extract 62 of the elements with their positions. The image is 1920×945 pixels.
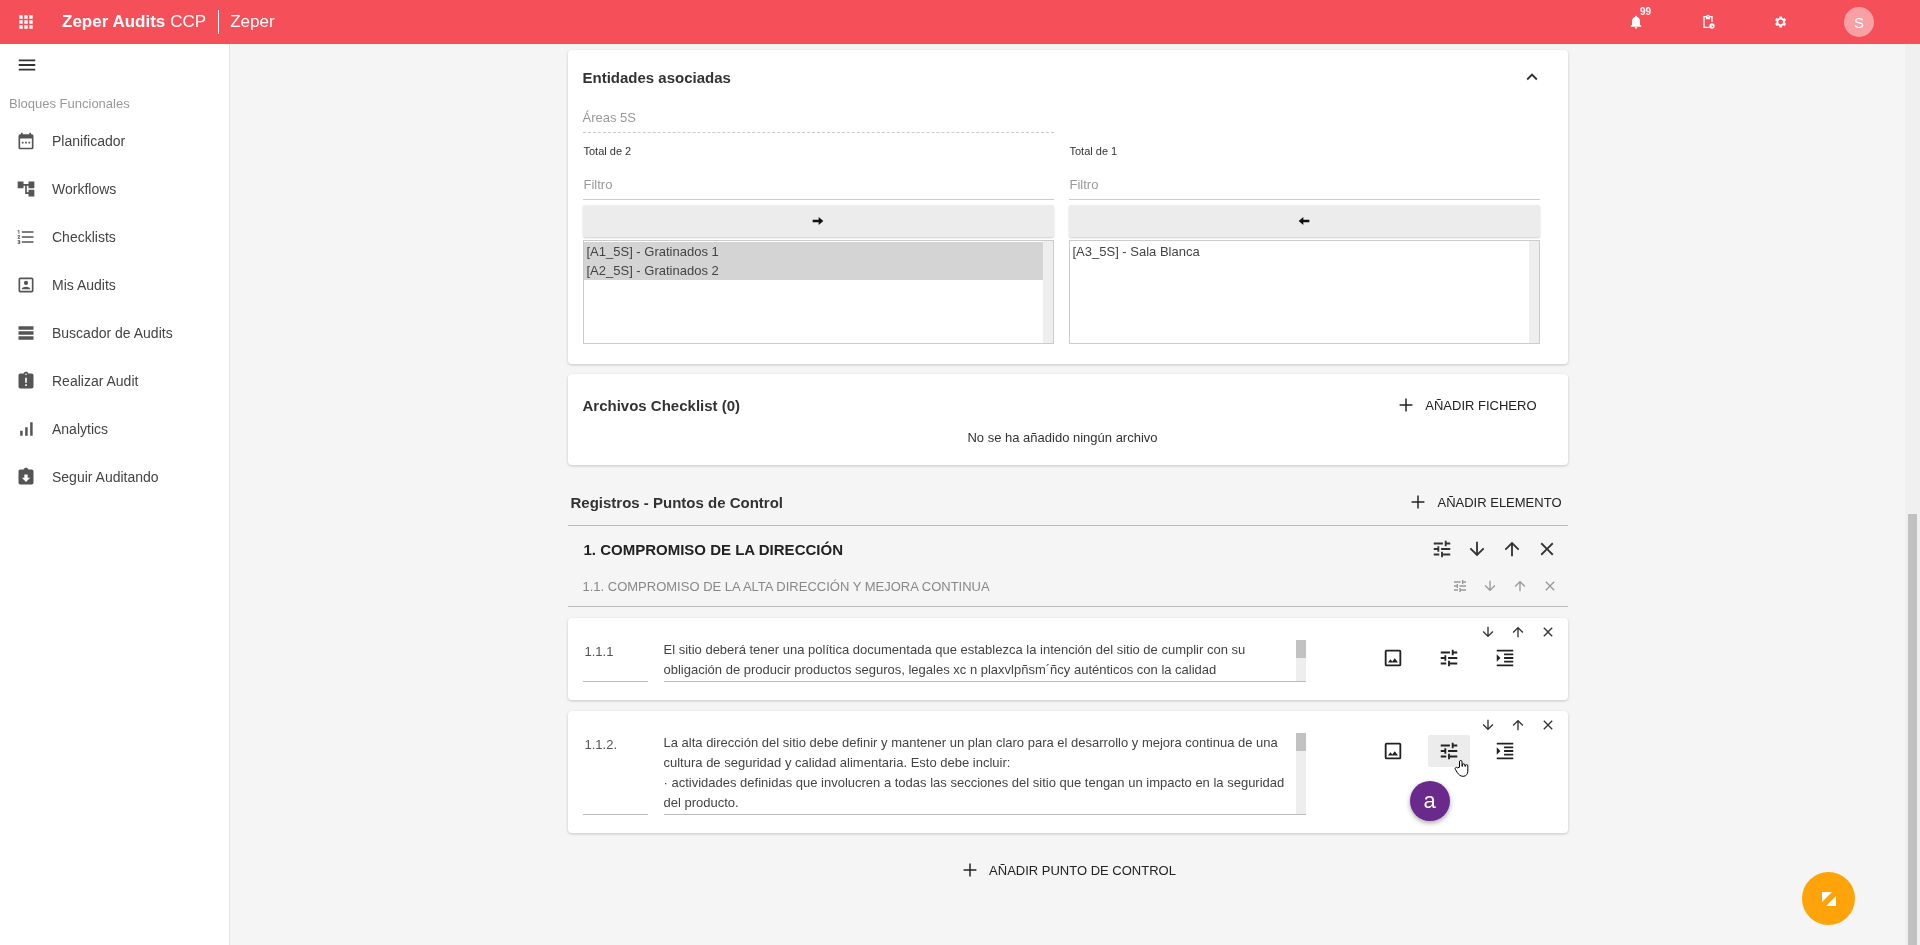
clipboard-alert-icon — [16, 371, 36, 391]
apps-button[interactable] — [16, 12, 36, 32]
code-field[interactable]: 1.1.1 — [582, 640, 648, 682]
code-field[interactable]: 1.1.2. — [582, 733, 648, 815]
numbered-list-icon — [16, 227, 36, 247]
add-element-button[interactable]: AÑADIR ELEMENTO — [1401, 487, 1568, 517]
list-scrollbar[interactable] — [1528, 241, 1539, 343]
filter-field[interactable]: Filtro — [582, 157, 1054, 200]
sidebar-item[interactable]: Checklists — [0, 213, 229, 261]
list-scrollbar[interactable] — [1042, 241, 1053, 343]
sidebar-item[interactable]: Buscador de Audits — [0, 309, 229, 357]
page-scrollbar[interactable] — [1905, 44, 1920, 945]
notifications-button[interactable] — [1628, 14, 1644, 30]
sidebar-item[interactable]: Realizar Audit — [0, 357, 229, 405]
sidebar-item-label: Checklists — [52, 229, 116, 245]
sidebar-item[interactable]: Analytics — [0, 405, 229, 453]
sidebar-item-label: Realizar Audit — [52, 373, 139, 389]
section-heading: Registros - Puntos de Control — [570, 493, 783, 511]
sidebar-item-label: Buscador de Audits — [52, 325, 173, 341]
settings-button[interactable] — [1772, 14, 1788, 30]
field-label: Áreas 5S — [582, 110, 1054, 133]
list-option[interactable]: [A1_5S] - Gratinados 1 — [583, 242, 1043, 261]
total-count: Total de 1 — [1068, 144, 1119, 157]
section-title: 1. COMPROMISO DE LA DIRECCIÓN — [583, 540, 843, 558]
notification-count: 99 — [1640, 6, 1652, 17]
description-field[interactable]: La alta dirección del sitio debe definir y mantener un plan claro para el desarrollo y mejora continua de una cultura de seguridad y calidad alimentaria. Esto debe incluir: · actividades definidas que involucren a todas las secciones del sitio que tengan un impacto en la seguridad del producto. — [663, 733, 1306, 815]
contact-card-icon — [16, 275, 36, 295]
list-option[interactable]: [A3_5S] - Sala Blanca — [1069, 242, 1529, 261]
app-title-suffix: CCP — [170, 12, 207, 32]
hierarchy-icon — [16, 179, 36, 199]
add-control-point-button[interactable]: AÑADIR PUNTO DE CONTROL — [953, 855, 1182, 885]
clipboard-icon — [1700, 14, 1716, 30]
tune-icon — [1451, 578, 1468, 594]
sidebar-item[interactable]: Workflows — [0, 165, 229, 213]
apps-grid-icon — [16, 12, 36, 32]
card-title: Entidades asociadas — [582, 68, 731, 86]
settings-icon — [1772, 14, 1788, 30]
empty-message: No se ha añadido ningún archivo — [966, 430, 1159, 445]
description-field[interactable]: El sitio deberá tener una política documentada que establezca la intención del sitio de cumplir con su obligación de producir productos seguros, legales xc n plaxvlpñsm´ñcy auténticos con la calidad — [663, 640, 1306, 682]
list-option[interactable]: [A2_5S] - Gratinados 2 — [583, 261, 1043, 280]
sidebar-item-label: Planificador — [52, 133, 126, 149]
calendar-icon — [16, 131, 36, 151]
card-title: Archivos Checklist (0) — [582, 396, 741, 414]
bell-icon — [1628, 14, 1644, 30]
stacked-list-icon — [16, 323, 36, 343]
sidebar-item[interactable]: Seguir Auditando — [0, 453, 229, 501]
add-file-button[interactable]: AÑADIR FICHERO — [1389, 390, 1543, 420]
organization-name: Zeper — [230, 12, 275, 32]
clipboard-button[interactable] — [1700, 14, 1716, 30]
sidebar-item[interactable]: Planificador — [0, 117, 229, 165]
step-marker: a — [1409, 781, 1450, 821]
total-count: Total de 2 — [582, 144, 633, 157]
sidebar-item[interactable]: Mis Audits — [0, 261, 229, 309]
sidebar-section-title: Bloques Funcionales — [9, 96, 131, 111]
app-title: Zeper Audits — [62, 12, 166, 32]
clipboard-download-icon — [16, 467, 36, 487]
subsection-title: 1.1. COMPROMISO DE LA ALTA DIRECCIÓN Y MEJORA CONTINUA — [582, 578, 990, 594]
sidebar-item-label: Mis Audits — [52, 277, 116, 293]
sidebar-item-label: Seguir Auditando — [52, 469, 159, 485]
sidebar-item-label: Workflows — [52, 181, 117, 197]
filter-field[interactable]: Filtro — [1068, 157, 1540, 200]
sidebar-item-label: Analytics — [52, 421, 109, 437]
